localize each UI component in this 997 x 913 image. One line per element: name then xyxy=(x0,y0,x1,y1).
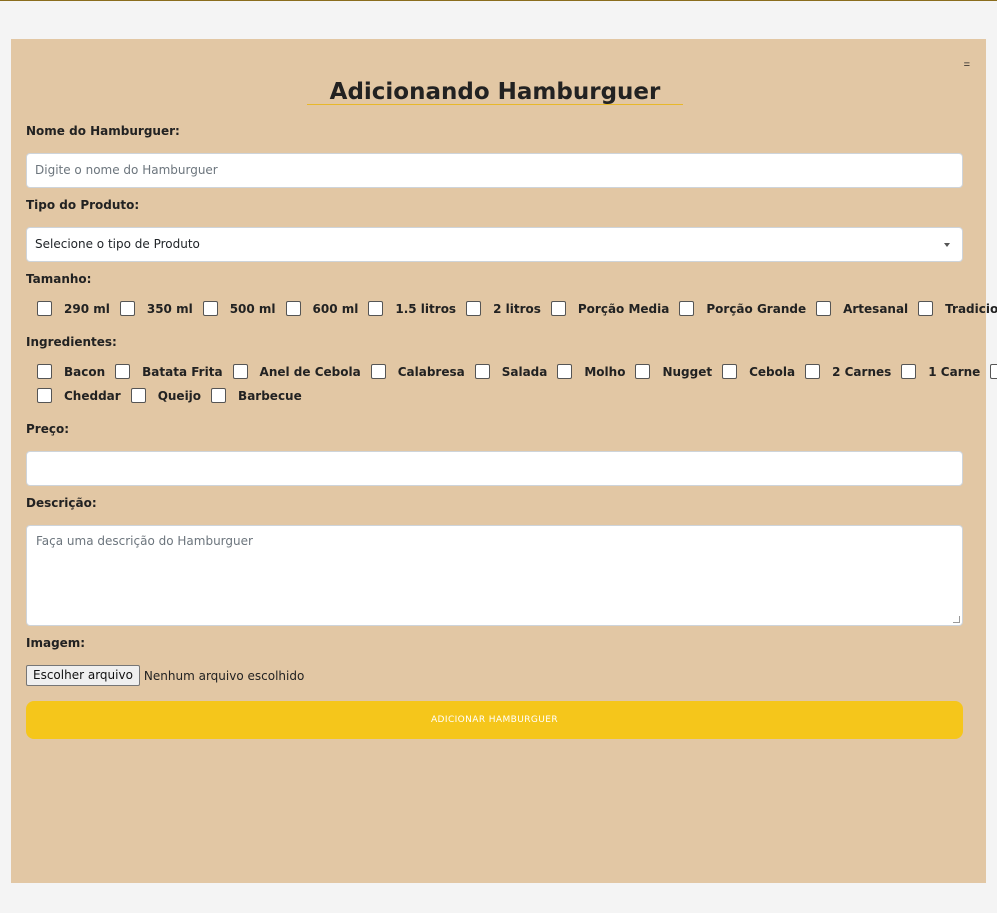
ingredient-checkbox[interactable] xyxy=(805,364,821,379)
ingredient-checkbox[interactable] xyxy=(722,364,738,379)
ingredient-checkbox[interactable] xyxy=(37,364,52,379)
price-label: Preço: xyxy=(26,422,70,436)
size-option[interactable]: 2 litros xyxy=(466,301,541,316)
resize-handle-icon[interactable] xyxy=(953,616,960,623)
top-rule xyxy=(0,0,997,1)
size-options: 290 ml 350 ml 500 ml 600 ml 1.5 litros 2 litr… xyxy=(37,301,997,316)
size-option-label: 500 ml xyxy=(229,301,276,316)
ingredient-option[interactable]: Nugget xyxy=(635,364,712,379)
size-checkbox[interactable] xyxy=(918,301,934,316)
ingredient-option[interactable]: Anel de Cebola xyxy=(232,364,361,379)
price-input[interactable] xyxy=(26,451,963,486)
ingredient-checkbox[interactable] xyxy=(211,388,227,403)
size-option-label: 1.5 litros xyxy=(395,301,457,316)
ingredient-checkbox[interactable] xyxy=(557,364,573,379)
ingredient-checkbox[interactable] xyxy=(115,364,131,379)
ingredient-checkbox[interactable] xyxy=(635,364,651,379)
ingredient-option[interactable]: Queijo xyxy=(130,388,202,403)
ingredient-checkbox[interactable] xyxy=(990,364,997,379)
ingredient-option-label: 1 Carne xyxy=(928,364,981,379)
ingredient-option[interactable]: Barbecue xyxy=(211,388,302,403)
ingredient-option-label: Cebola xyxy=(749,364,796,379)
description-textarea[interactable]: Faça uma descrição do Hamburguer xyxy=(26,525,963,626)
ingredient-option-label: Nugget xyxy=(662,364,713,379)
ingredient-option[interactable]: Salada xyxy=(474,364,548,379)
description-label: Descrição: xyxy=(26,496,97,510)
size-checkbox[interactable] xyxy=(550,301,566,316)
size-option[interactable]: Porção Media xyxy=(550,301,670,316)
ingredients-label: Ingredientes: xyxy=(26,335,117,349)
ingredient-option-label: Batata Frita xyxy=(142,364,223,379)
page-title: Adicionando Hamburguer xyxy=(329,79,661,105)
ingredient-option[interactable]: 1 Carne xyxy=(901,364,980,379)
ingredient-option-label: Cheddar xyxy=(64,388,121,403)
size-option[interactable]: Artesanal xyxy=(816,301,908,316)
ingredient-option-label: Barbecue xyxy=(238,388,302,403)
size-checkbox[interactable] xyxy=(119,301,135,316)
file-picker: Escolher arquivo Nenhum arquivo escolhid… xyxy=(26,665,304,686)
ingredient-option-label: Bacon xyxy=(64,364,106,379)
size-option-label: Porção Grande xyxy=(706,301,807,316)
size-option-label: Tradicional xyxy=(945,301,997,316)
ingredient-checkbox[interactable] xyxy=(37,388,52,403)
ingredient-option-label: Queijo xyxy=(157,388,202,403)
size-option[interactable]: Tradicional xyxy=(918,301,997,316)
size-option[interactable]: 1.5 litros xyxy=(368,301,456,316)
menu-icon[interactable]: = xyxy=(964,59,970,71)
ingredient-option[interactable]: Ovo xyxy=(990,364,997,379)
size-checkbox[interactable] xyxy=(466,301,482,316)
ingredient-option[interactable]: Batata Frita xyxy=(115,364,223,379)
ingredient-option-label: Molho xyxy=(584,364,626,379)
size-option-label: 600 ml xyxy=(312,301,359,316)
name-input[interactable]: Digite o nome do Hamburguer xyxy=(26,153,963,188)
form-panel: = Adicionando Hamburguer Nome do Hamburg… xyxy=(11,39,997,883)
size-option-label: 290 ml xyxy=(64,301,110,316)
size-option-label: Artesanal xyxy=(843,301,909,316)
ingredient-option[interactable]: 2 Carnes xyxy=(805,364,891,379)
add-hamburger-button[interactable]: ADICIONAR HAMBURGUER xyxy=(26,701,963,739)
type-select-value: Selecione o tipo de Produto xyxy=(35,237,200,251)
size-checkbox[interactable] xyxy=(679,301,695,316)
ingredient-option[interactable]: Cheddar xyxy=(37,388,121,403)
choose-file-button[interactable]: Escolher arquivo xyxy=(26,665,140,686)
ingredient-options-row1: Bacon Batata Frita Anel de Cebola Calabresa… xyxy=(37,364,997,379)
size-option[interactable]: 500 ml xyxy=(202,301,276,316)
size-checkbox[interactable] xyxy=(816,301,832,316)
type-select[interactable]: Selecione o tipo de Produto xyxy=(26,227,963,262)
ingredient-options-row2: Cheddar Queijo Barbecue xyxy=(37,388,312,403)
size-checkbox[interactable] xyxy=(37,301,52,316)
ingredient-checkbox[interactable] xyxy=(901,364,917,379)
file-status: Nenhum arquivo escolhido xyxy=(143,668,305,683)
ingredient-option-label: Anel de Cebola xyxy=(259,364,361,379)
size-checkbox[interactable] xyxy=(368,301,384,316)
size-option[interactable]: 600 ml xyxy=(285,301,359,316)
ingredient-checkbox[interactable] xyxy=(370,364,386,379)
size-option[interactable]: 350 ml xyxy=(119,301,193,316)
ingredient-option-label: Calabresa xyxy=(397,364,465,379)
chevron-down-icon xyxy=(944,243,950,247)
ingredient-checkbox[interactable] xyxy=(232,364,248,379)
ingredient-option-label: 2 Carnes xyxy=(832,364,892,379)
ingredient-option[interactable]: Calabresa xyxy=(370,364,465,379)
size-option[interactable]: 290 ml xyxy=(37,301,110,316)
size-option[interactable]: Porção Grande xyxy=(679,301,806,316)
name-label: Nome do Hamburguer: xyxy=(26,124,180,138)
ingredient-option[interactable]: Cebola xyxy=(722,364,795,379)
ingredient-option[interactable]: Molho xyxy=(557,364,625,379)
description-placeholder: Faça uma descrição do Hamburguer xyxy=(36,534,253,548)
image-label: Imagem: xyxy=(26,636,86,650)
ingredient-checkbox[interactable] xyxy=(130,388,146,403)
type-label: Tipo do Produto: xyxy=(26,198,140,212)
ingredient-option[interactable]: Bacon xyxy=(37,364,105,379)
size-option-label: Porção Media xyxy=(577,301,670,316)
size-checkbox[interactable] xyxy=(285,301,301,316)
ingredient-checkbox[interactable] xyxy=(474,364,490,379)
title-underline xyxy=(307,104,683,105)
size-label: Tamanho: xyxy=(26,272,92,286)
size-checkbox[interactable] xyxy=(202,301,218,316)
size-option-label: 350 ml xyxy=(146,301,193,316)
name-input-placeholder: Digite o nome do Hamburguer xyxy=(35,163,218,177)
ingredient-option-label: Salada xyxy=(501,364,548,379)
size-option-label: 2 litros xyxy=(493,301,541,316)
